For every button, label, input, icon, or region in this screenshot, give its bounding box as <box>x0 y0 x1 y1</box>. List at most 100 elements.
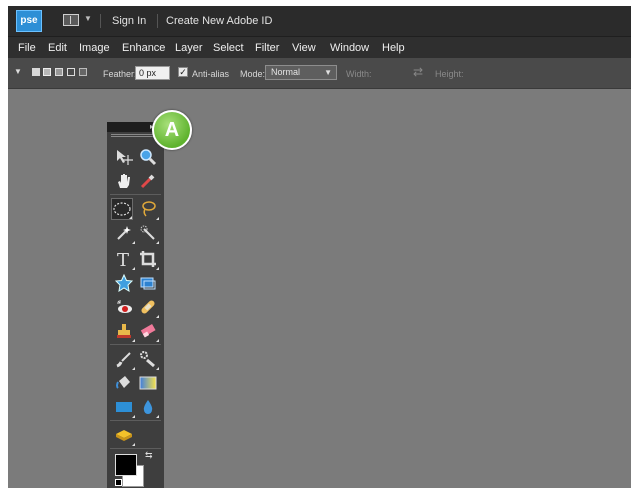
lasso-icon <box>142 201 156 217</box>
eraser-icon <box>140 324 156 338</box>
rectangle-shape-icon <box>116 402 132 412</box>
menu-enhance[interactable]: Enhance <box>122 42 165 54</box>
width-label: Width: <box>346 69 372 79</box>
menu-bar: File Edit Image Enhance Layer Select Fil… <box>8 36 631 58</box>
more-tools-indicator <box>132 339 135 342</box>
blur-tool[interactable] <box>137 396 159 418</box>
swap-width-height-icon: ⇄ <box>413 65 424 79</box>
recompose-tool[interactable] <box>137 272 159 294</box>
lasso-tool[interactable] <box>137 198 159 220</box>
menu-file[interactable]: File <box>18 42 36 54</box>
subtract-from-selection-icon[interactable] <box>55 68 63 76</box>
cookie-cutter-tool[interactable] <box>113 272 135 294</box>
rectangular-marquee-tool[interactable] <box>111 198 133 220</box>
title-bar: pse ▼ Sign In Create New Adobe ID <box>8 6 631 36</box>
move-icon <box>117 150 133 165</box>
more-tools-indicator <box>132 367 135 370</box>
anti-alias-checkbox[interactable]: ✓ <box>178 67 188 77</box>
menu-image[interactable]: Image <box>79 42 110 54</box>
chevron-down-icon[interactable]: ▼ <box>84 14 92 23</box>
sign-in-link[interactable]: Sign In <box>112 15 146 27</box>
quick-selection-icon <box>140 225 155 240</box>
red-eye-removal-tool[interactable] <box>113 296 135 318</box>
more-tools-indicator <box>132 443 135 446</box>
feather-input[interactable] <box>135 66 170 80</box>
mode-select[interactable]: Normal ▼ <box>265 65 337 80</box>
create-adobe-id-link[interactable]: Create New Adobe ID <box>166 15 272 27</box>
eyedropper-tool[interactable] <box>137 170 159 192</box>
crop-tool[interactable] <box>137 248 159 270</box>
separator <box>157 14 158 28</box>
chevron-down-icon: ▼ <box>324 68 332 77</box>
eraser-tool[interactable] <box>137 320 159 342</box>
svg-text:T: T <box>117 250 129 269</box>
toolbox-panel: ▸▸ <box>107 122 164 488</box>
zoom-icon <box>140 149 157 166</box>
zoom-tool[interactable] <box>137 146 159 168</box>
smart-brush-icon <box>140 351 155 368</box>
layout-icon[interactable] <box>63 14 79 26</box>
crop-icon <box>140 251 156 267</box>
eyedropper-icon <box>140 174 155 189</box>
brush-tool[interactable] <box>113 348 135 370</box>
selection-mode-icon[interactable] <box>79 68 87 76</box>
menu-layer[interactable]: Layer <box>175 42 203 54</box>
new-selection-icon[interactable] <box>32 68 40 76</box>
height-label: Height: <box>435 69 464 79</box>
gradient-tool[interactable] <box>137 372 159 394</box>
tool-options-bar: ▼ Feather: ✓ Anti-alias Mode: Normal ▼ W… <box>8 58 631 89</box>
more-tools-indicator <box>156 267 159 270</box>
cookie-cutter-icon <box>114 273 134 292</box>
shape-tool[interactable] <box>113 396 135 418</box>
smart-brush-tool[interactable] <box>137 348 159 370</box>
tool-preset-arrow-icon[interactable]: ▼ <box>14 67 22 76</box>
more-tools-indicator <box>156 315 159 318</box>
default-colors-icon[interactable] <box>115 479 122 486</box>
type-icon: T <box>117 250 129 269</box>
bandage-icon <box>141 300 155 314</box>
more-tools-indicator <box>156 217 159 220</box>
paint-bucket-icon <box>116 376 130 389</box>
recompose-icon <box>140 277 156 290</box>
menu-view[interactable]: View <box>292 42 316 54</box>
paint-bucket-tool[interactable] <box>113 372 135 394</box>
tool-group-divider <box>110 344 161 345</box>
hand-tool[interactable] <box>113 170 135 192</box>
quick-selection-tool[interactable] <box>137 222 159 244</box>
magic-wand-icon <box>117 226 131 240</box>
tool-group-divider <box>110 194 161 195</box>
magic-wand-tool[interactable] <box>113 222 135 244</box>
anti-alias-label: Anti-alias <box>192 69 230 79</box>
tool-group-divider <box>110 420 161 421</box>
sponge-tool[interactable] <box>113 424 135 446</box>
add-to-selection-icon[interactable] <box>43 68 51 76</box>
type-tool[interactable]: T <box>113 248 135 270</box>
more-tools-indicator <box>156 339 159 342</box>
gradient-icon <box>139 376 157 390</box>
more-tools-indicator <box>156 241 159 244</box>
more-tools-indicator <box>156 367 159 370</box>
app-logo: pse <box>16 10 42 32</box>
brush-icon <box>116 352 131 368</box>
more-tools-indicator <box>132 415 135 418</box>
mode-label: Mode: <box>240 69 266 79</box>
more-tools-indicator <box>156 415 159 418</box>
more-tools-indicator <box>132 267 135 270</box>
callout-badge: A <box>152 110 192 150</box>
foreground-color-swatch[interactable] <box>115 454 137 476</box>
water-drop-icon <box>143 400 153 414</box>
menu-edit[interactable]: Edit <box>48 42 67 54</box>
menu-filter[interactable]: Filter <box>255 42 279 54</box>
menu-help[interactable]: Help <box>382 42 405 54</box>
intersect-selection-icon[interactable] <box>67 68 75 76</box>
move-tool[interactable] <box>113 146 135 168</box>
hand-icon <box>118 174 130 188</box>
swap-colors-icon[interactable]: ⇆ <box>145 450 153 461</box>
tool-group-divider <box>110 448 161 449</box>
menu-window[interactable]: Window <box>330 42 369 54</box>
clone-stamp-tool[interactable] <box>113 320 135 342</box>
separator <box>100 14 101 28</box>
spot-healing-brush-tool[interactable] <box>137 296 159 318</box>
red-eye-icon <box>117 300 132 313</box>
menu-select[interactable]: Select <box>213 42 244 54</box>
